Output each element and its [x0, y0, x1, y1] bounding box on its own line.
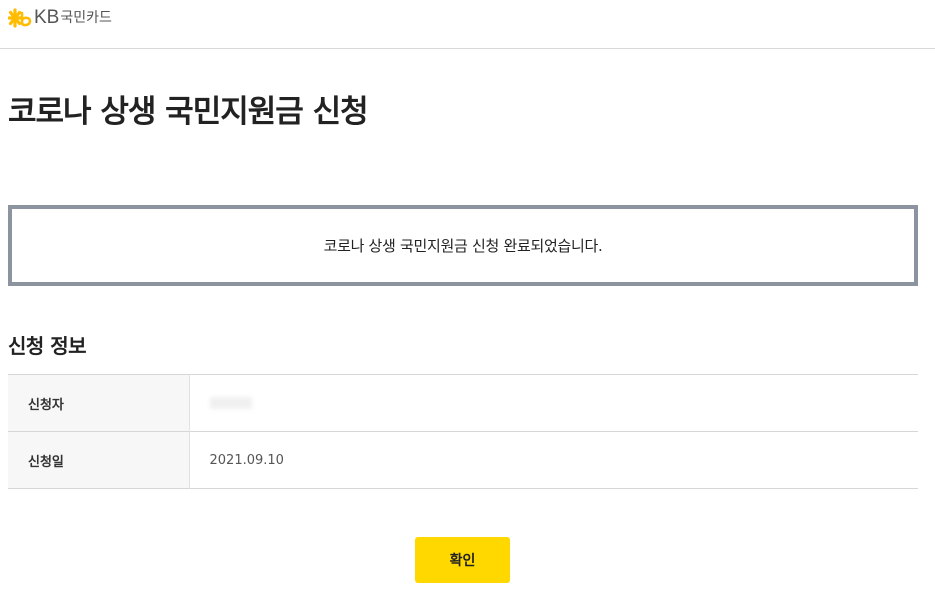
table-row-application-date: 신청일 2021.09.10	[8, 431, 918, 489]
table-row-applicant: 신청자	[8, 374, 918, 432]
application-date-value: 2021.09.10	[209, 452, 284, 468]
completion-message: 코로나 상생 국민지원금 신청 완료되었습니다.	[323, 237, 603, 255]
kb-kookmin-card-logo[interactable]: KB 국민카드	[8, 6, 112, 30]
application-info-table: 신청자 신청일 2021.09.10	[8, 374, 918, 489]
completion-message-box: 코로나 상생 국민지원금 신청 완료되었습니다.	[8, 205, 918, 286]
applicant-name-redacted	[209, 397, 252, 409]
logo-name-text: 국민카드	[60, 10, 112, 26]
applicant-value	[189, 375, 918, 432]
page-title: 코로나 상생 국민지원금 신청	[8, 94, 369, 130]
logo-kb-text: KB	[34, 7, 60, 28]
kb-star-icon	[8, 8, 32, 28]
confirm-button[interactable]: 확인	[415, 537, 510, 583]
section-title: 신청 정보	[8, 334, 87, 358]
page: KB 국민카드 코로나 상생 국민지원금 신청 코로나 상생 국민지원금 신청 …	[0, 0, 935, 590]
applicant-label: 신청자	[8, 374, 190, 432]
application-date-label: 신청일	[8, 431, 190, 489]
header: KB 국민카드	[0, 0, 935, 49]
